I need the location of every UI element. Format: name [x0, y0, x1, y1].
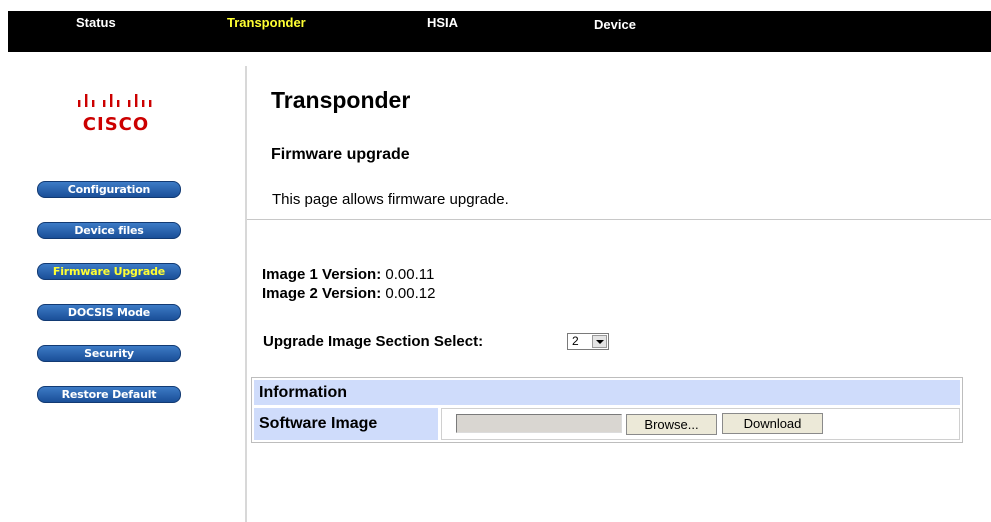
browse-button[interactable]: Browse...	[626, 414, 717, 435]
nav-tab-hsia[interactable]: HSIA	[427, 15, 458, 31]
cisco-logo-text: CISCO	[82, 114, 150, 135]
chevron-down-icon[interactable]	[592, 335, 607, 348]
horizontal-divider	[247, 219, 991, 220]
information-table: Information Software Image	[251, 377, 963, 443]
vertical-divider	[245, 66, 247, 522]
upgrade-section-select[interactable]: 2	[567, 333, 609, 350]
cisco-logo: CISCO	[76, 84, 156, 134]
sidebar-item-firmware-upgrade[interactable]: Firmware Upgrade	[37, 263, 181, 280]
page: Status Transponder HSIA Device CISCO Con…	[0, 0, 991, 522]
sidebar-item-docsis-mode[interactable]: DOCSIS Mode	[37, 304, 181, 321]
image2-version-value: 0.00.12	[385, 285, 436, 302]
nav-tab-device[interactable]: Device	[594, 17, 636, 33]
sidebar-item-security[interactable]: Security	[37, 345, 181, 362]
upgrade-section-select-value: 2	[572, 334, 579, 348]
nav-tab-status[interactable]: Status	[76, 15, 116, 31]
page-title: Transponder	[271, 87, 411, 113]
image2-version: Image 2 Version: 0.00.12	[262, 285, 435, 303]
sidebar-item-configuration[interactable]: Configuration	[37, 181, 181, 198]
sidebar-item-restore-default[interactable]: Restore Default	[37, 386, 181, 403]
image1-version: Image 1 Version: 0.00.11	[262, 266, 434, 284]
image2-version-label: Image 2 Version:	[262, 285, 382, 302]
download-button[interactable]: Download	[722, 413, 823, 434]
software-image-file-input[interactable]	[456, 414, 622, 433]
cisco-bars-icon	[78, 94, 152, 107]
image1-version-value: 0.00.11	[385, 266, 435, 283]
section-title: Firmware upgrade	[271, 146, 410, 163]
information-table-header: Information	[254, 380, 960, 405]
software-image-label: Software Image	[254, 408, 438, 440]
image1-version-label: Image 1 Version:	[262, 266, 382, 283]
nav-tab-transponder[interactable]: Transponder	[227, 15, 306, 31]
sidebar-item-device-files[interactable]: Device files	[37, 222, 181, 239]
upgrade-section-select-label: Upgrade Image Section Select:	[263, 333, 484, 350]
page-description: This page allows firmware upgrade.	[272, 191, 509, 208]
top-nav-bar	[8, 11, 991, 52]
